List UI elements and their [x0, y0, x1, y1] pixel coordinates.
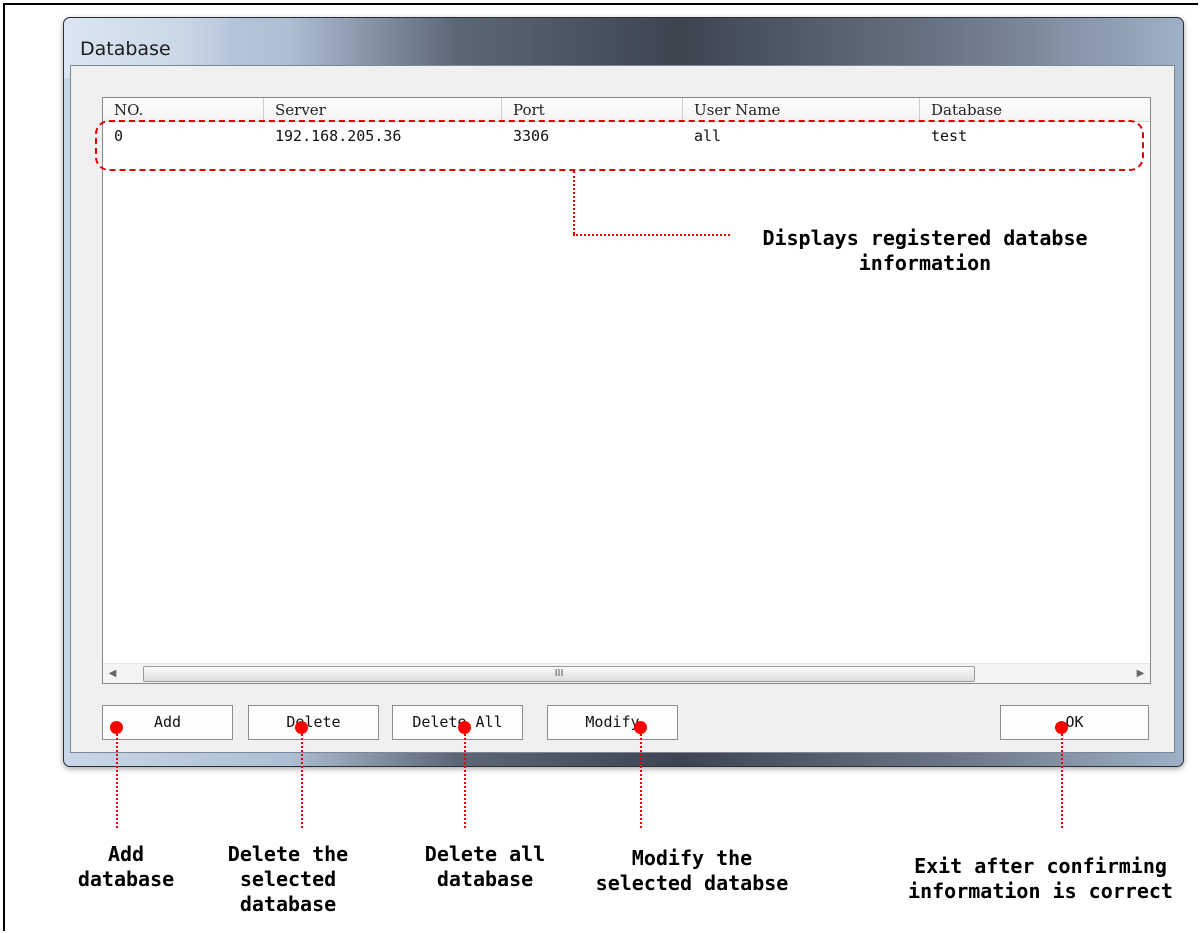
callout-line-delete: [301, 734, 303, 828]
marker-dot-add: [110, 721, 123, 734]
scroll-thumb[interactable]: III: [143, 666, 975, 682]
annotation-ok: Exit after confirming information is cor…: [908, 854, 1173, 903]
modify-button[interactable]: Modify: [547, 705, 678, 740]
column-header-database[interactable]: Database: [920, 98, 1150, 121]
callout-line-add: [116, 734, 118, 828]
ok-button[interactable]: OK: [1000, 705, 1149, 740]
callout-line-delete-all: [464, 734, 466, 828]
column-header-no[interactable]: NO.: [103, 98, 264, 121]
annotation-add: Add database: [77, 842, 175, 891]
marker-dot-ok: [1055, 721, 1068, 734]
horizontal-scrollbar[interactable]: ◀ III ▶: [103, 663, 1150, 683]
callout-line-horizontal: [573, 234, 730, 236]
add-button[interactable]: Add: [102, 705, 233, 740]
callout-line-ok: [1061, 734, 1063, 828]
marker-dot-modify: [634, 721, 647, 734]
marker-dot-delete-all: [458, 721, 471, 734]
annotation-delete-all: Delete all database: [424, 842, 546, 891]
dialog-title: Database: [80, 38, 171, 60]
callout-line-vertical: [573, 171, 575, 234]
list-header: NO. Server Port User Name Database: [103, 98, 1150, 122]
row-highlight-outline: [95, 120, 1144, 171]
delete-button[interactable]: Delete: [248, 705, 379, 740]
callout-line-modify: [640, 734, 642, 828]
annotation-list-info: Displays registered databse information: [762, 226, 1088, 275]
delete-all-button[interactable]: Delete All: [392, 705, 523, 740]
column-header-port[interactable]: Port: [502, 98, 683, 121]
scroll-right-arrow-icon[interactable]: ▶: [1131, 664, 1150, 683]
marker-dot-delete: [295, 721, 308, 734]
column-header-user-name[interactable]: User Name: [683, 98, 920, 121]
scroll-grip-icon: III: [554, 668, 564, 679]
annotation-delete: Delete the selected database: [227, 842, 349, 916]
column-header-server[interactable]: Server: [264, 98, 502, 121]
annotation-modify: Modify the selected databse: [595, 846, 789, 895]
database-list[interactable]: NO. Server Port User Name Database 0 192…: [102, 97, 1151, 684]
scroll-left-arrow-icon[interactable]: ◀: [103, 664, 122, 683]
